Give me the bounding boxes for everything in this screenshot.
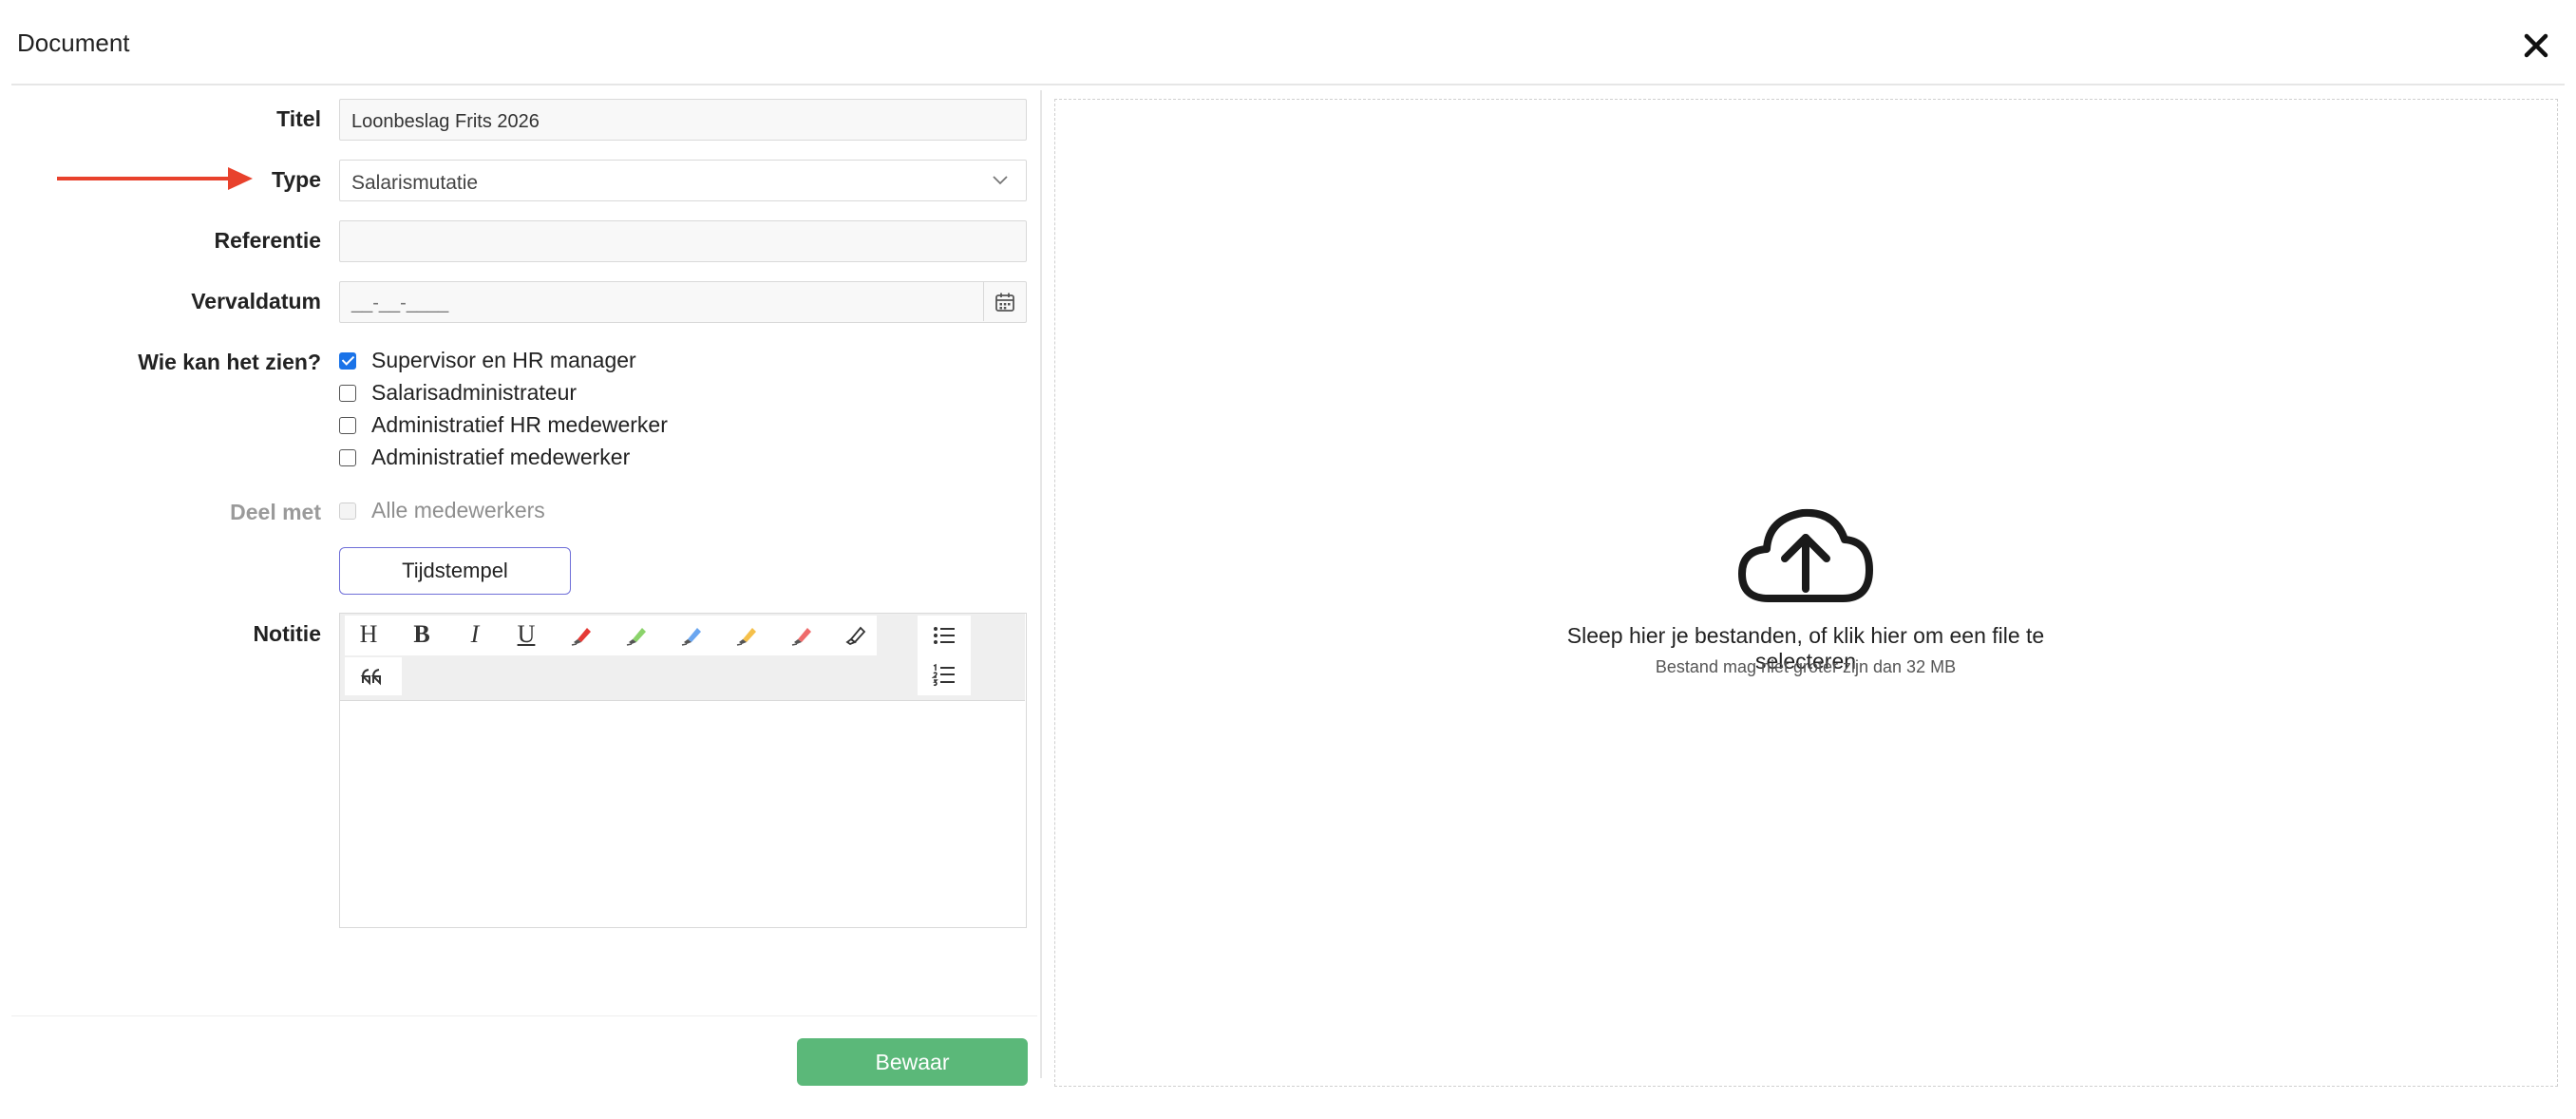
close-icon[interactable] <box>2519 28 2553 63</box>
calendar-icon <box>995 293 1014 312</box>
save-button[interactable]: Bewaar <box>797 1038 1028 1086</box>
note-label: Notitie <box>253 621 321 646</box>
yellow-marker-icon <box>736 628 756 646</box>
visibility-option-admin[interactable]: Administratief medewerker <box>339 445 630 470</box>
reference-input[interactable] <box>339 220 1027 262</box>
marker-green-button[interactable] <box>613 616 660 654</box>
visibility-option-label: Administratief medewerker <box>371 445 631 469</box>
title-label: Titel <box>276 106 321 131</box>
toolbar-format-group: H B I U <box>345 616 877 655</box>
toolbar-quote-group <box>345 657 402 695</box>
bullet-list-button[interactable] <box>920 616 968 654</box>
visibility-option-admin-hr[interactable]: Administratief HR medewerker <box>339 412 668 438</box>
eraser-marker-icon <box>845 626 866 646</box>
marker-pink-button[interactable] <box>778 616 825 654</box>
chevron-down-icon <box>993 176 1008 185</box>
visibility-option-supervisor[interactable]: Supervisor en HR manager <box>339 348 636 373</box>
underline-button[interactable]: U <box>502 616 550 654</box>
quote-button[interactable] <box>349 657 396 695</box>
share-label: Deel met <box>230 500 321 524</box>
numbered-list-icon <box>932 663 955 687</box>
upload-size-limit: Bestand mag niet groter zijn dan 32 MB <box>1655 657 1957 676</box>
green-marker-icon <box>626 628 646 646</box>
marker-yellow-button[interactable] <box>723 616 770 654</box>
type-label: Type <box>272 167 321 192</box>
reference-label: Referentie <box>214 228 321 253</box>
visibility-option-payroll[interactable]: Salarisadministrateur <box>339 380 577 406</box>
visibility-option-label: Salarisadministrateur <box>371 380 578 405</box>
note-editor[interactable]: H B I U <box>339 613 1027 928</box>
expiry-label: Vervaldatum <box>191 289 321 313</box>
numbered-list-button[interactable] <box>920 655 968 693</box>
checkbox[interactable] <box>339 384 356 402</box>
visibility-label: Wie kan het zien? <box>138 350 321 374</box>
bullet-list-icon <box>934 627 955 644</box>
column-divider <box>1040 90 1042 1078</box>
header-divider <box>11 84 2565 85</box>
expiry-date-value: __-__-____ <box>351 293 449 313</box>
footer-divider <box>11 1015 1037 1016</box>
heading-button[interactable]: H <box>345 616 392 654</box>
checkbox[interactable] <box>339 416 356 434</box>
timestamp-button[interactable]: Tijdstempel <box>339 547 571 595</box>
expiry-date-input[interactable]: __-__-____ <box>339 281 1027 323</box>
quote-icon <box>360 669 381 686</box>
visibility-option-label: Administratief HR medewerker <box>371 412 668 437</box>
red-marker-icon <box>571 628 591 646</box>
bold-button[interactable]: B <box>398 616 445 654</box>
checkbox[interactable] <box>339 448 356 466</box>
title-input[interactable]: Loonbeslag Frits 2026 <box>339 99 1027 141</box>
marker-blue-button[interactable] <box>668 616 715 654</box>
share-option-label: Alle medewerkers <box>371 498 545 522</box>
calendar-button[interactable] <box>983 282 1026 321</box>
title-input-value: Loonbeslag Frits 2026 <box>351 111 540 132</box>
visibility-option-label: Supervisor en HR manager <box>371 348 636 372</box>
type-select[interactable]: Salarismutatie <box>339 160 1027 201</box>
dialog-title: Document <box>17 28 130 57</box>
pink-marker-icon <box>791 628 811 646</box>
blue-marker-icon <box>681 628 701 646</box>
cloud-upload-icon[interactable] <box>1736 505 1875 604</box>
clear-marker-button[interactable] <box>831 616 879 654</box>
annotation-arrow <box>57 167 253 190</box>
checkbox-disabled <box>339 502 356 520</box>
editor-toolbar: H B I U <box>340 614 1025 701</box>
type-select-value: Salarismutatie <box>351 172 479 194</box>
marker-red-button[interactable] <box>558 616 605 654</box>
italic-button[interactable]: I <box>451 616 499 654</box>
checkbox-checked[interactable] <box>339 351 356 370</box>
share-all-employees: Alle medewerkers <box>339 498 545 523</box>
toolbar-list-group <box>918 616 971 695</box>
